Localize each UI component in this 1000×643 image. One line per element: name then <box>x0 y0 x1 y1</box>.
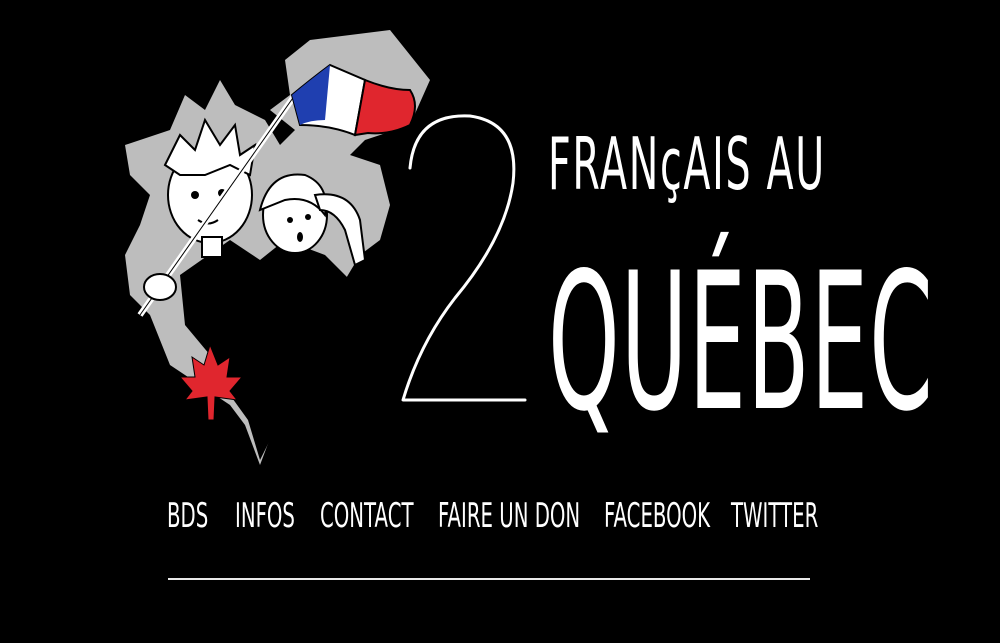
mascot-illustration <box>125 30 430 465</box>
main-navigation: BDS INFOS CONTACT FAIRE UN DON FACEBOOK … <box>167 494 818 538</box>
nav-item-facebook[interactable]: FACEBOOK <box>604 494 710 538</box>
nav-item-bds[interactable]: BDS <box>167 494 208 538</box>
nav-item-infos[interactable]: INFOS <box>235 494 295 538</box>
nav-item-contact[interactable]: CONTACT <box>320 494 414 538</box>
nav-item-twitter[interactable]: TWITTER <box>731 494 818 538</box>
site-header: FRANçAIS AU QUÉBEC <box>0 0 1000 490</box>
site-title-line2: QUÉBEC <box>548 232 934 453</box>
nav-item-faire-un-don[interactable]: FAIRE UN DON <box>438 494 580 538</box>
nav-divider <box>168 578 810 580</box>
numeral-two-graphic <box>401 114 527 402</box>
site-title-line1: FRANçAIS AU <box>548 122 826 206</box>
